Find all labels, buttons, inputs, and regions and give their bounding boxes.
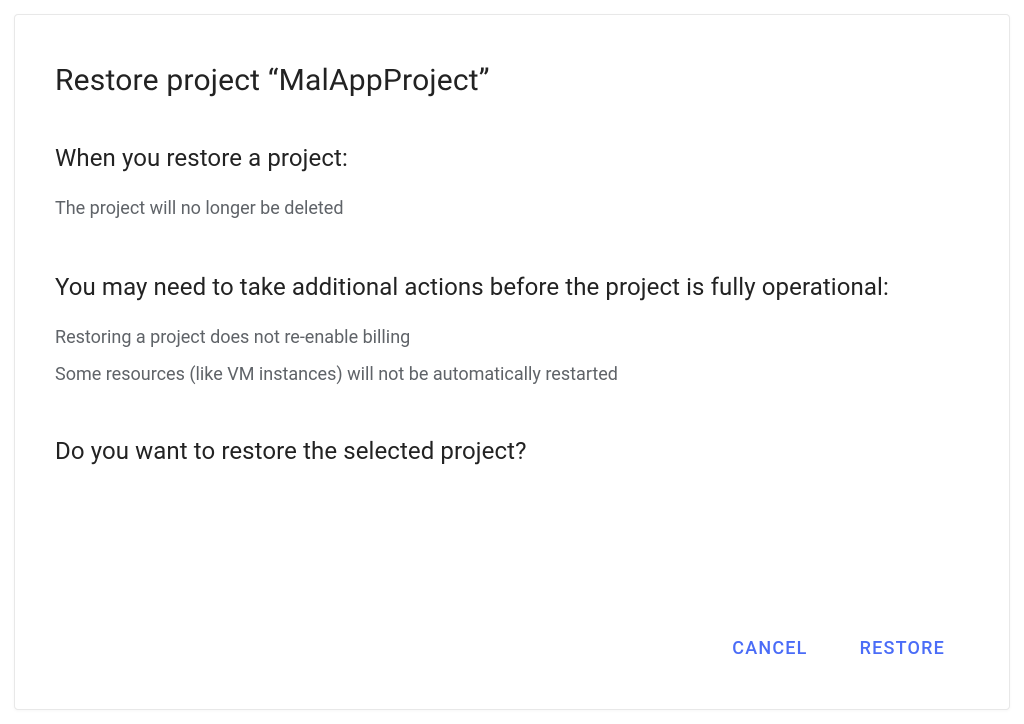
dialog-title: Restore project “MalAppProject” [55,63,969,98]
restore-button[interactable]: RESTORE [856,630,949,667]
confirm-question: Do you want to restore the selected proj… [55,437,969,465]
restore-project-dialog: Restore project “MalAppProject” When you… [14,14,1010,710]
restore-info-heading: When you restore a project: [55,142,969,174]
cancel-button[interactable]: CANCEL [728,630,811,667]
additional-actions-section: You may need to take additional actions … [55,271,969,397]
restore-info-section: When you restore a project: The project … [55,142,969,231]
billing-note-text: Restoring a project does not re-enable b… [55,323,969,354]
additional-actions-heading: You may need to take additional actions … [55,271,969,303]
resources-note-text: Some resources (like VM instances) will … [55,360,969,391]
dialog-actions: CANCEL RESTORE [55,630,969,673]
restore-info-text: The project will no longer be deleted [55,194,969,225]
